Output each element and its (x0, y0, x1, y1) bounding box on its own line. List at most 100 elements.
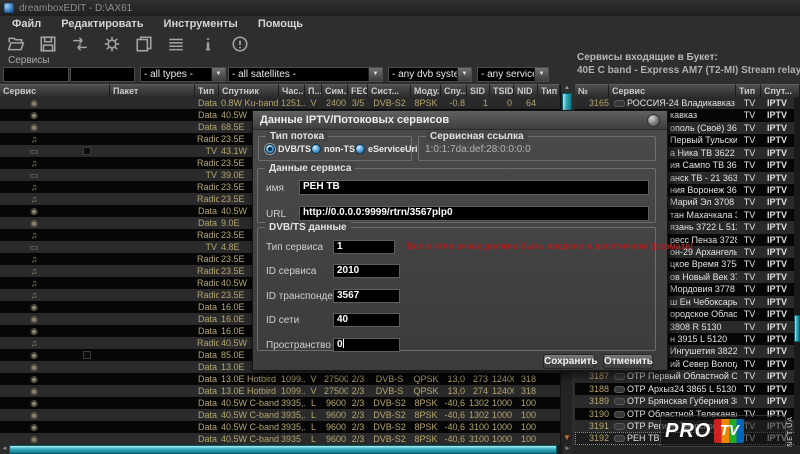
table-row[interactable]: ◉Data40.5W C-band ...3935,...L96002/3DVB… (0, 409, 560, 421)
column-header[interactable]: Спут... (761, 84, 800, 97)
cell (538, 97, 560, 109)
dvb-field-input-2[interactable]: 3567 (333, 289, 400, 303)
type-filter-dropdown[interactable]: - all types - ▼ (140, 67, 226, 82)
bouquet-row[interactable]: 3188ОТР Архыз24 3865 L 5130TVIPTV (575, 383, 800, 395)
radio-button-icon[interactable] (311, 144, 321, 154)
cell: 9600 (322, 433, 348, 445)
save-button[interactable]: Сохранить (543, 354, 595, 369)
column-header[interactable]: Моду... (411, 84, 441, 97)
service-name-input[interactable]: РЕН ТВ (299, 180, 649, 195)
dvb-field-input-0[interactable]: 1 (333, 240, 395, 254)
column-header[interactable]: Тип (736, 84, 761, 97)
service-type-filter-dropdown[interactable]: - any service - ▼ (477, 67, 549, 82)
chevron-down-icon[interactable]: ▼ (457, 68, 471, 81)
radio-non-ts[interactable]: non-TS (311, 144, 355, 154)
column-header[interactable]: Спутник (219, 84, 279, 97)
scroll-up-icon[interactable]: ▲ (561, 84, 573, 93)
chevron-down-icon[interactable]: ▼ (368, 68, 382, 81)
column-header[interactable]: Спу... (441, 84, 467, 97)
tv-service-icon: ▭ (28, 145, 40, 157)
bouquet-row[interactable]: 3189ОТР Брянская Губерния 387...TVIPTV (575, 395, 800, 407)
services-horizontal-scrollbar[interactable]: ◄ ► (0, 445, 572, 454)
column-header[interactable]: Сервис (609, 84, 736, 97)
dvb-field-input-1[interactable]: 2010 (333, 264, 400, 278)
scroll-left-icon[interactable]: ◄ (0, 445, 9, 454)
about-icon[interactable] (231, 35, 249, 53)
settings-gear-icon[interactable] (103, 35, 121, 53)
bouquet-row[interactable]: 3187ОТР Первый Областной Ор...TVIPTV (575, 370, 800, 382)
open-file-icon[interactable] (7, 35, 25, 53)
data-service-icon: ◉ (28, 97, 40, 109)
table-row[interactable]: ◉Data13.0E Hotbird ...1099...V275002/3DV… (0, 373, 560, 385)
column-header[interactable]: FEC (348, 84, 368, 97)
scroll-down-icon[interactable]: ▼ (562, 433, 572, 443)
radio-button-icon[interactable] (355, 144, 365, 154)
cancel-button[interactable]: Отменить (603, 354, 653, 369)
service-name: РОССИЯ-24 Владикавказ (627, 97, 737, 109)
dvb-field-input-4[interactable]: 0 (333, 338, 400, 352)
radio-dvb-ts[interactable]: DVB/TS (265, 144, 311, 154)
service-url-input[interactable]: http://0.0.0.0:9999/rtrn/3567plp0 (299, 206, 649, 221)
table-row[interactable]: ◉Data40.5W C-band3935L96002/3DVB-S28PSK-… (0, 433, 560, 445)
table-row[interactable]: ◉Data40.5W C-band ...3935,...L96002/3DVB… (0, 397, 560, 409)
dialog-title-bar: Данные IPTV/Потоковых сервисов (253, 111, 667, 130)
menu-file[interactable]: Файл (12, 18, 41, 30)
dvb-system-filter-dropdown[interactable]: - any dvb system - ▼ (388, 67, 472, 82)
menu-edit[interactable]: Редактировать (61, 18, 143, 30)
cell: 1000 (490, 421, 514, 433)
menu-help[interactable]: Помощь (258, 18, 303, 30)
dvb-field-input-3[interactable]: 40 (333, 313, 400, 327)
service-data-group: Данные сервиса имя РЕН ТВ URL http://0.0… (257, 168, 656, 223)
column-header[interactable]: TSID (490, 84, 514, 97)
column-header[interactable]: SID (467, 84, 490, 97)
service-number: 3191 (575, 420, 613, 432)
column-header[interactable]: Сист... (368, 84, 411, 97)
column-header[interactable]: Пакет (110, 84, 195, 97)
cell (110, 325, 195, 337)
pro-tv-watermark: PRO TV (660, 415, 786, 447)
radio-eserviceuri[interactable]: eServiceUri (355, 144, 418, 154)
copy-icon[interactable] (135, 35, 153, 53)
column-header[interactable]: Сервис (0, 84, 110, 97)
chevron-down-icon[interactable]: ▼ (534, 68, 548, 81)
column-header[interactable]: NID (514, 84, 538, 97)
service-type: TV (737, 258, 762, 270)
package-filter-input[interactable] (70, 67, 135, 82)
scrollbar-handle[interactable] (9, 445, 557, 454)
cell (110, 205, 195, 217)
scroll-right-icon[interactable]: ► (563, 445, 572, 454)
chevron-down-icon[interactable]: ▼ (211, 68, 225, 81)
info-icon[interactable] (199, 35, 217, 53)
cell (0, 301, 110, 313)
bouquet-services-label: Сервисы входящие в Букет: (577, 52, 718, 63)
dialog-close-icon[interactable] (647, 114, 660, 127)
save-icon[interactable] (39, 35, 57, 53)
selection-marker (83, 147, 91, 155)
radio-button-icon[interactable] (265, 144, 275, 154)
menu-tools[interactable]: Инструменты (164, 18, 238, 30)
bouquet-vertical-scrollbar[interactable] (794, 97, 800, 445)
column-header[interactable]: Час... (279, 84, 305, 97)
service-filter-input[interactable] (3, 67, 69, 82)
satellite-filter-dropdown[interactable]: - all satellites - ▼ (228, 67, 383, 82)
cell (0, 361, 110, 373)
table-row[interactable]: ◉Data0.8W Ku-band ...1251...V24003/5DVB-… (0, 97, 560, 109)
reorder-list-icon[interactable] (167, 35, 185, 53)
column-header[interactable]: Тип (195, 84, 219, 97)
column-header[interactable]: № (575, 84, 609, 97)
cell (110, 433, 195, 445)
ftp-transfer-icon[interactable] (71, 35, 89, 53)
column-header[interactable]: Тип (538, 84, 560, 97)
cell (110, 109, 195, 121)
data-service-icon: ◉ (28, 349, 40, 361)
column-header[interactable]: П... (305, 84, 322, 97)
scrollbar-handle[interactable] (794, 315, 800, 342)
column-header[interactable]: Сим... (322, 84, 348, 97)
bouquet-row[interactable]: 3165РОССИЯ-24 ВладикавказTVIPTV (575, 97, 800, 109)
dvb-field-label: ID сети (266, 315, 299, 326)
cell (110, 313, 195, 325)
table-row[interactable]: ◉Data13.0E Hotbird ...1099...V275002/3DV… (0, 385, 560, 397)
table-row[interactable]: ◉Data40.5W C-band ...3935,...L96002/3DVB… (0, 421, 560, 433)
cell: 3/5 (348, 97, 368, 109)
cell: -40,6 (441, 421, 467, 433)
